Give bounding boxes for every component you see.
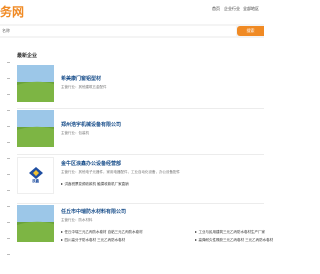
company-industry: 主营行业：其他建筑五金配件 (61, 85, 107, 89)
company-card: 任丘市中瑞防水材料有限公司 主营行业：防水材料 任丘中瑞三元乙丙防水卷材 自粘三… (17, 205, 273, 257)
company-industry: 主营行业：其他电子元器件，家用电器配件，工业自动化设备，办公设备配件 (61, 170, 180, 174)
sidebar-marker (7, 222, 10, 223)
sidebar-marker (7, 94, 10, 95)
sidebar-marker (7, 126, 10, 127)
divider (17, 203, 264, 204)
sidebar-marker (7, 254, 10, 255)
company-card: 希美康门窗铝型材 主营行业：其他建筑五金配件 (17, 65, 264, 105)
site-logo[interactable]: 务网 (0, 3, 24, 20)
bullet-triangle-icon (61, 183, 63, 185)
company-name[interactable]: 任丘市中瑞防水材料有限公司 (61, 208, 126, 215)
company-name[interactable]: 金牛区浪鑫办公设备经营部 (61, 160, 121, 167)
company-industry: 主营行业：包装机 (61, 131, 89, 135)
logo-emblem-icon (28, 167, 43, 179)
logo-text: 浪鑫 (32, 179, 39, 183)
search-button[interactable]: 搜索 (237, 26, 264, 36)
sidebar-marker (7, 62, 10, 63)
company-card: 郑州浩宇机械设备有限公司 主营行业：包装机 (17, 110, 264, 150)
bullet-triangle-icon (195, 239, 197, 241)
sidebar-marker (7, 78, 10, 79)
sidebar-marker (7, 206, 10, 207)
company-industry: 主营行业：防水材料 (61, 218, 93, 222)
company-name[interactable]: 希美康门窗铝型材 (61, 75, 101, 82)
divider (17, 154, 264, 155)
bullet-triangle-icon (195, 231, 197, 233)
product-link[interactable]: 四川高分子防水卷材 三元乙丙防水卷材 (61, 238, 125, 243)
sidebar-marker (7, 110, 10, 111)
section-title: 最新企业 (17, 53, 38, 59)
sidebar-marker (7, 190, 10, 191)
sidebar-marker (7, 238, 10, 239)
company-card: 浪鑫 金牛区浪鑫办公设备经营部 主营行业：其他电子元器件，家用电器配件，工业自动… (17, 157, 264, 197)
search-bar: 名称 搜索 (0, 24, 264, 38)
product-link[interactable]: 任丘中瑞三元乙丙防水卷材 自粘三元乙丙防水卷材 (61, 230, 143, 235)
nav-home[interactable]: 首页 (212, 6, 220, 12)
divider (17, 108, 264, 109)
bullet-triangle-icon (61, 231, 63, 233)
search-input[interactable]: 名称 (0, 26, 236, 36)
product-link[interactable]: 高弹耐久性橡胶三元乙丙卷材 三元乙丙防水卷材 (195, 238, 273, 243)
product-link[interactable]: 工业与民用建筑三元乙丙防水卷材生产厂家 (195, 230, 265, 235)
product-link[interactable]: 洪鑫税票变频收款机 触摸收款机厂家直销 (61, 182, 129, 187)
company-logo: 浪鑫 (17, 157, 54, 194)
nav-region[interactable]: 全部地区 (243, 6, 259, 12)
company-thumbnail[interactable] (17, 110, 54, 147)
main-content: 最新企业 希美康门窗铝型材 主营行业：其他建筑五金配件 郑州浩宇机械设备有限公司… (12, 40, 273, 274)
company-name[interactable]: 郑州浩宇机械设备有限公司 (61, 121, 121, 128)
bullet-triangle-icon (61, 239, 63, 241)
site-header: 务网 首页 企业行业 全部地区 (0, 0, 264, 22)
nav-industry[interactable]: 企业行业 (224, 6, 240, 12)
sidebar-marker (7, 174, 10, 175)
company-thumbnail[interactable]: 浪鑫 (17, 157, 54, 194)
company-thumbnail[interactable] (17, 205, 54, 242)
sidebar-marker (7, 142, 10, 143)
sidebar-marker (7, 158, 10, 159)
company-thumbnail[interactable] (17, 65, 54, 102)
